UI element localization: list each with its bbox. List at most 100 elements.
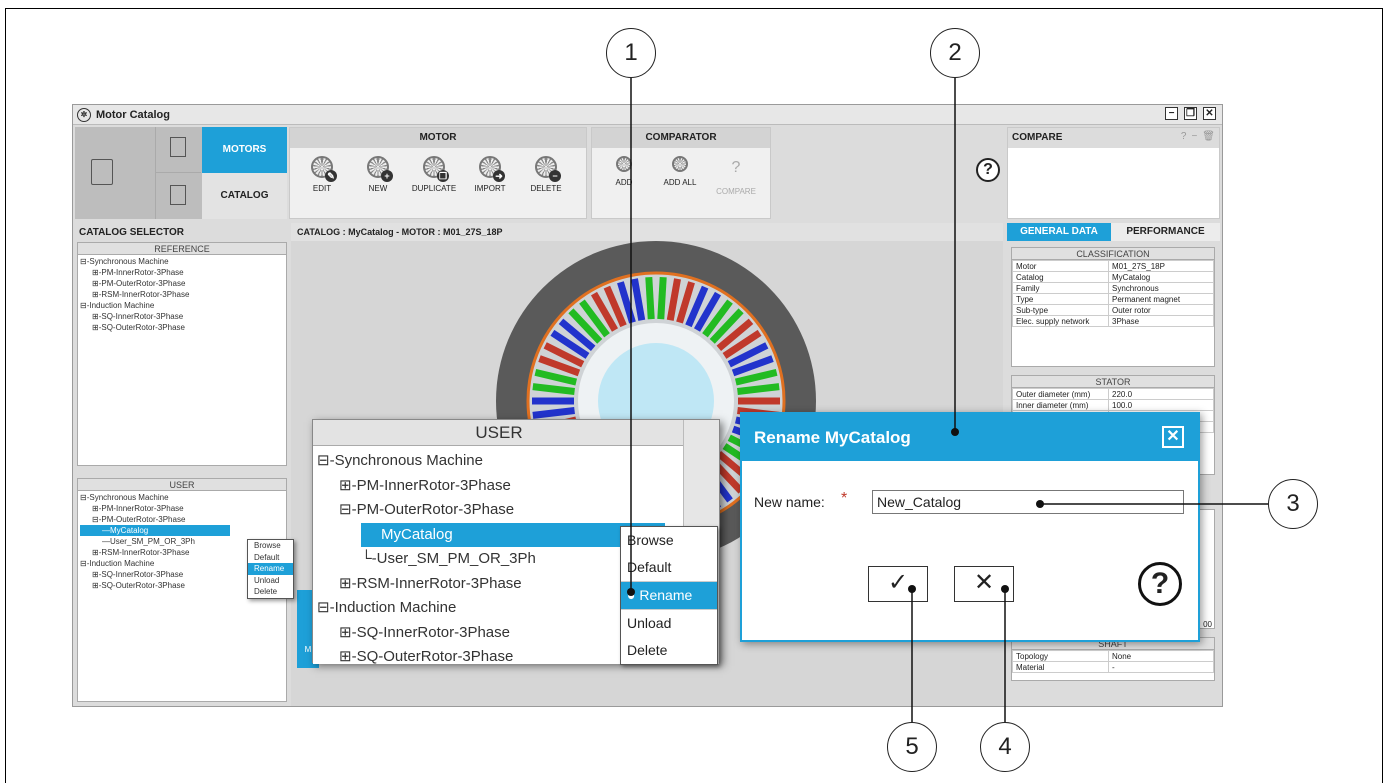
tree-node[interactable]: ⊟-Synchronous Machine: [80, 256, 286, 267]
tree-node[interactable]: ⊞-SQ-OuterRotor-3Phase: [80, 322, 286, 333]
close-window-icon[interactable]: ✕: [1203, 107, 1216, 120]
dialog-title: Rename MyCatalog: [754, 428, 911, 447]
catalog-tab-block: MOTORS CATALOG: [75, 127, 287, 219]
table-row: Motor M01_27S_18P: [1012, 260, 1214, 272]
catalog-big-icon[interactable]: [91, 159, 113, 185]
edit-motor-icon: ✎: [311, 156, 337, 182]
duplicate-button[interactable]: ❐ DUPLICATE: [406, 156, 462, 193]
property-name: Family: [1012, 282, 1109, 294]
restore-icon[interactable]: ❐: [1184, 107, 1197, 120]
winding-slot: [645, 277, 655, 320]
cancel-button[interactable]: ✕: [954, 566, 1014, 602]
callout-1: 1: [606, 28, 656, 78]
property-value: M01_27S_18P: [1108, 260, 1214, 272]
menu-item-default[interactable]: Default: [248, 552, 293, 564]
table-row: Sub-type Outer rotor: [1012, 304, 1214, 316]
property-value: 3Phase: [1108, 315, 1214, 327]
menu-item-unload[interactable]: Unload: [248, 575, 293, 587]
winding-slot: [737, 383, 780, 395]
menu-item-unload[interactable]: Unload: [621, 610, 717, 637]
property-value: Synchronous: [1108, 282, 1214, 294]
delete-button[interactable]: − DELETE: [518, 156, 574, 193]
table-row: Topology None: [1012, 650, 1214, 662]
close-icon[interactable]: ✕: [1162, 426, 1184, 448]
motor-group: MOTOR ✎ EDIT + NEW ❐ DUPLICATE ➜ IMPORT − DELETE: [289, 127, 587, 219]
compare-button[interactable]: ? COMPARE: [708, 159, 764, 196]
menu-item-browse[interactable]: Browse: [248, 540, 293, 552]
shaft-box: SHAFT Topology None Material -: [1011, 637, 1215, 681]
menu-item-browse[interactable]: Browse: [621, 527, 717, 554]
add-compare-icon: [616, 156, 632, 172]
comparator-group-title: COMPARATOR: [592, 128, 770, 148]
motor-group-title: MOTOR: [290, 128, 586, 148]
winding-slot: [532, 407, 575, 419]
add-button[interactable]: ADD: [596, 156, 652, 187]
table-row: Family Synchronous: [1012, 282, 1214, 294]
new-name-input[interactable]: New_Catalog: [872, 490, 1184, 514]
new-button[interactable]: + NEW: [350, 156, 406, 193]
partial-value: 00: [1203, 620, 1212, 629]
menu-item-default[interactable]: Default: [621, 554, 717, 582]
winding-slot: [532, 383, 575, 395]
reference-title: REFERENCE: [78, 243, 286, 255]
dialog-help-icon[interactable]: ?: [1138, 562, 1182, 606]
property-value: MyCatalog: [1108, 271, 1214, 283]
menu-item-delete[interactable]: Delete: [621, 637, 717, 664]
refresh-catalog-icon[interactable]: [155, 173, 201, 219]
context-menu-small: Browse Default Rename Unload Delete: [247, 539, 294, 599]
table-row: Catalog MyCatalog: [1012, 271, 1214, 283]
property-value: 100.0: [1108, 399, 1214, 411]
callout-2: 2: [930, 28, 980, 78]
callout-5: 5: [887, 722, 937, 772]
add-catalog-icon[interactable]: [155, 127, 201, 173]
edit-button[interactable]: ✎ EDIT: [294, 156, 350, 193]
tree-node[interactable]: ⊞-RSM-InnerRotor-3Phase: [80, 289, 286, 300]
tree-node[interactable]: ⊞-PM-InnerRotor-3Phase: [317, 474, 685, 499]
new-motor-icon: +: [367, 156, 393, 182]
tree-node[interactable]: ⊟-PM-OuterRotor-3Phase: [80, 514, 286, 525]
tree-node[interactable]: ⊞-PM-InnerRotor-3Phase: [80, 503, 286, 514]
callout-4: 4: [980, 722, 1030, 772]
add-all-button[interactable]: ADD ALL: [652, 156, 708, 187]
ok-button[interactable]: ✓: [868, 566, 928, 602]
property-name: Material: [1012, 661, 1109, 673]
tab-catalog[interactable]: CATALOG: [202, 173, 287, 219]
tab-general-data[interactable]: GENERAL DATA: [1007, 223, 1111, 241]
check-icon: ✓: [887, 569, 909, 596]
user-title: USER: [78, 479, 286, 491]
tree-node-selected[interactable]: —MyCatalog: [80, 525, 230, 536]
table-row: Inner diameter (mm) 100.0: [1012, 399, 1214, 411]
minimize-icon[interactable]: −: [1165, 107, 1178, 120]
right-tabs: GENERAL DATA PERFORMANCE: [1007, 223, 1220, 241]
tree-node[interactable]: ⊟-Synchronous Machine: [80, 492, 286, 503]
menu-item-rename[interactable]: ● Rename: [621, 582, 717, 610]
import-button[interactable]: ➜ IMPORT: [462, 156, 518, 193]
tree-node[interactable]: ⊞-SQ-InnerRotor-3Phase: [80, 311, 286, 322]
window-title: Motor Catalog: [96, 108, 170, 121]
title-bar: ✲ Motor Catalog − ❐ ✕: [73, 105, 1222, 125]
trash-icon[interactable]: 🗑: [1202, 131, 1215, 142]
comparator-group: COMPARATOR ADD ADD ALL? COMPARE: [591, 127, 771, 219]
tree-node[interactable]: ⊞-PM-OuterRotor-3Phase: [80, 278, 286, 289]
cross-icon: ✕: [973, 569, 995, 596]
tree-node[interactable]: ⊞-PM-InnerRotor-3Phase: [80, 267, 286, 278]
tree-node[interactable]: ⊟-Synchronous Machine: [317, 449, 685, 474]
import-motor-icon: ➜: [479, 156, 505, 182]
property-value: Permanent magnet: [1108, 293, 1214, 305]
help-icon[interactable]: ?: [976, 158, 1000, 182]
tree-node[interactable]: ⊟-Induction Machine: [80, 300, 286, 311]
zoom-user-title: USER: [313, 420, 685, 446]
menu-item-delete[interactable]: Delete: [248, 586, 293, 598]
tab-performance[interactable]: PERFORMANCE: [1111, 223, 1220, 241]
add-all-compare-icon: [672, 156, 688, 172]
radio-dot-icon: ●: [627, 587, 640, 603]
duplicate-motor-icon: ❐: [423, 156, 449, 182]
tab-motors[interactable]: MOTORS: [202, 127, 287, 173]
compare-run-icon[interactable]: ?: [1181, 131, 1187, 142]
compare-remove-icon[interactable]: −: [1191, 131, 1197, 142]
context-menu-zoom: Browse Default ● Rename Unload Delete: [620, 526, 718, 665]
property-value: Outer rotor: [1108, 304, 1214, 316]
tree-node[interactable]: ⊟-PM-OuterRotor-3Phase: [317, 498, 685, 523]
menu-item-rename[interactable]: Rename: [248, 563, 293, 575]
app-logo-icon: ✲: [77, 107, 91, 122]
